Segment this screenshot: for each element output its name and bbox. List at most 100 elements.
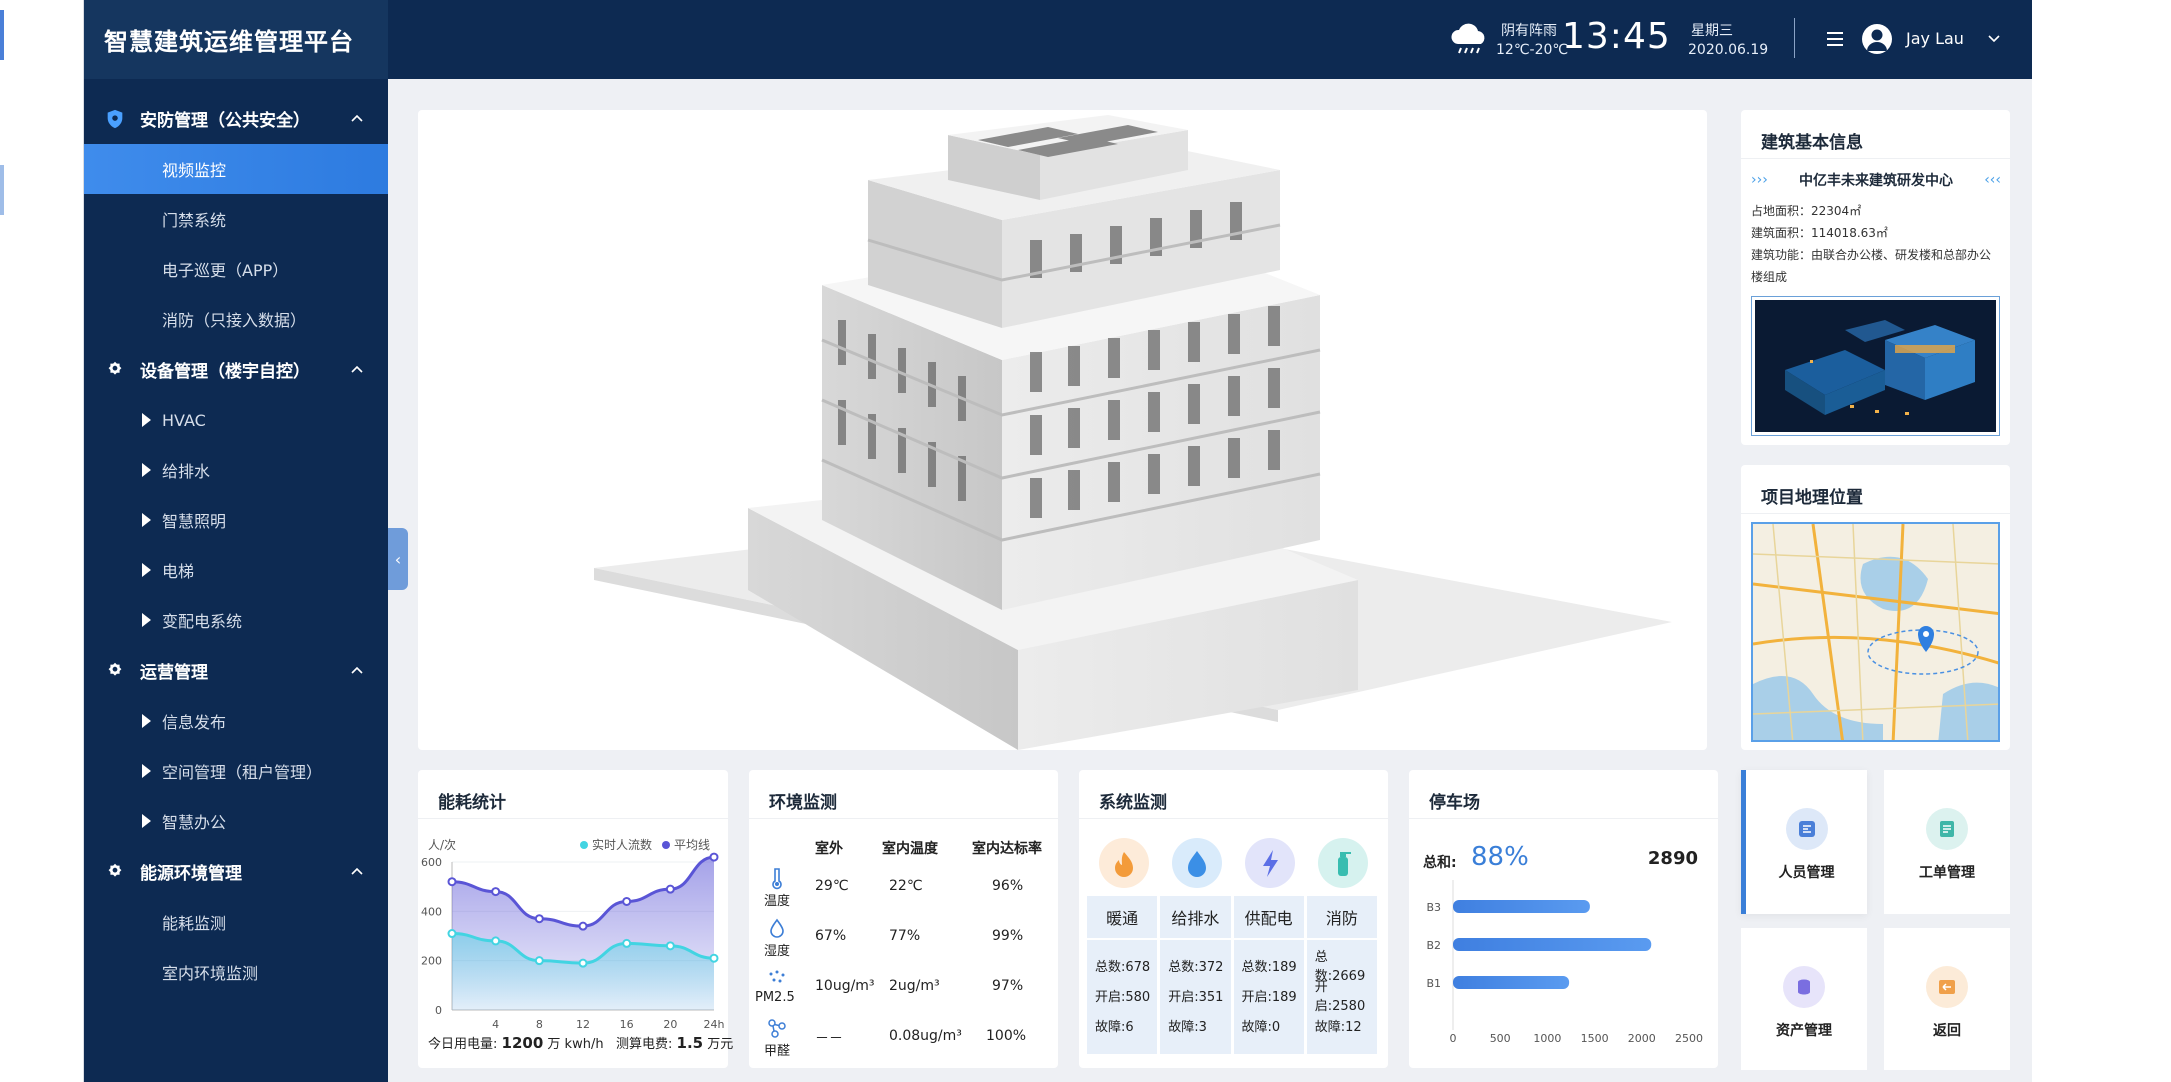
building-name: 中亿丰未来建筑研发中心 (1799, 173, 1953, 189)
building-3d-view[interactable] (418, 110, 1707, 750)
function-row-cont: 楼组成 (1751, 270, 1788, 284)
sidebar-item-water[interactable]: 给排水 (84, 445, 388, 495)
today-unit: 万 kwh/h (547, 1037, 604, 1052)
system-panel: 系统监测 暖通 总数:678 开启:580 故障:6 给排水 总数:372 开启… (1079, 770, 1388, 1068)
expand-triangle-icon (142, 814, 151, 828)
top-bar: 阴有阵雨 12℃-20℃ 13:45 星期三 2020.06.19 Jay La… (388, 0, 2032, 79)
system-column-power: 供配电 总数:189 开启:189 故障:0 (1233, 896, 1304, 1054)
quick-label: 人员管理 (1778, 865, 1835, 881)
function-row: 建筑功能：由联合办公楼、研发楼和总部办公 (1751, 244, 2003, 266)
nav-group-ops[interactable]: 运营管理 (84, 645, 388, 696)
water-drop-icon (1172, 838, 1222, 888)
sidebar-item-power[interactable]: 变配电系统 (84, 595, 388, 645)
floor-area-row: 建筑面积：114018.63㎡ (1751, 222, 2003, 244)
chevron-up-icon[interactable] (348, 863, 366, 881)
energy-footer: 今日用电量: 1200 万 kwh/h 测算电费: 1.5 万元 (428, 1033, 733, 1052)
env-indoor-value: 22℃ (889, 878, 923, 894)
nav-group-label: 安防管理（公共安全） (140, 111, 310, 131)
nav-group-energy[interactable]: 能源环境管理 (84, 846, 388, 897)
menu-icon[interactable] (1824, 28, 1846, 50)
bar-label: B1 (1426, 977, 1441, 990)
user-name[interactable]: Jay Lau (1906, 29, 1964, 48)
location-panel: 项目地理位置 (1741, 465, 2010, 750)
system-total: 总数:372 (1168, 959, 1224, 975)
asset-icon (1783, 966, 1825, 1008)
env-outdoor-value: 29℃ (815, 878, 849, 894)
system-column-name: 供配电 (1233, 896, 1304, 940)
expand-triangle-icon (142, 714, 151, 728)
y-tick-label: 400 (421, 905, 442, 918)
env-rate-value: 96% (992, 878, 1024, 894)
system-column-name: 暖通 (1087, 896, 1158, 940)
building-thumbnail[interactable] (1751, 296, 2000, 436)
nav-group-security[interactable]: 安防管理（公共安全） (84, 93, 388, 144)
sidebar-item-hvac[interactable]: HVAC (84, 395, 388, 445)
workorder-button[interactable]: 工单管理 (1884, 770, 2010, 914)
sidebar-item-fire[interactable]: 消防（只接入数据） (84, 294, 388, 344)
chevron-down-icon[interactable] (1986, 31, 2002, 47)
sidebar-item-access[interactable]: 门禁系统 (84, 194, 388, 244)
sidebar-collapse-button[interactable]: ‹ (388, 528, 408, 590)
function-value: 由联合办公楼、研发楼和总部办公 (1811, 248, 1992, 262)
chevron-up-icon[interactable] (348, 662, 366, 680)
nav-group-label: 设备管理（楼宇自控） (140, 362, 310, 382)
molecule-icon (768, 1019, 786, 1038)
panel-title: 停车场 (1429, 793, 1480, 813)
system-on: 开启:580 (1095, 989, 1151, 1005)
map-image (1753, 524, 1998, 740)
env-rate-value: 99% (992, 928, 1024, 944)
app-window: 智慧建筑运维管理平台 安防管理（公共安全） 视频监控 门禁系统 电子巡更（APP… (84, 0, 2032, 1082)
bar-label: B3 (1426, 901, 1441, 914)
env-header-rate: 室内达标率 (972, 841, 1042, 857)
env-outdoor-value: 67% (815, 928, 847, 944)
sidebar-item-elevator[interactable]: 电梯 (84, 545, 388, 595)
weekday: 星期三 (1691, 23, 1733, 39)
personnel-button[interactable]: 人员管理 (1741, 770, 1867, 914)
env-outdoor-value: 10ug/m³ (815, 978, 875, 994)
data-point (491, 936, 501, 946)
sidebar-item-space[interactable]: 空间管理（租户管理） (84, 746, 388, 796)
parking-total-label: 总和: (1423, 855, 1457, 871)
sidebar-item-info-publish[interactable]: 信息发布 (84, 696, 388, 746)
bar-label: B2 (1426, 939, 1441, 952)
return-button[interactable]: 返回 (1884, 928, 2010, 1070)
x-tick-label: 0 (1450, 1032, 1457, 1045)
sidebar-item-label: 智慧办公 (162, 813, 227, 832)
location-map[interactable] (1751, 522, 2000, 742)
expand-triangle-icon (142, 613, 151, 627)
parking-panel: 停车场 总和: 88% 2890 B3 B2 B1 0 500 1000 1500 2000 2… (1409, 770, 1718, 1068)
sidebar-item-label: 变配电系统 (162, 612, 243, 631)
x-tick-label: 8 (536, 1018, 543, 1031)
sidebar-item-energy-monitor[interactable]: 能耗监测 (84, 897, 388, 947)
sidebar-item-label: 电梯 (162, 562, 195, 581)
asset-button[interactable]: 资产管理 (1741, 928, 1867, 1070)
env-header-outdoor: 室外 (815, 841, 843, 857)
nav-group-label: 运营管理 (140, 663, 208, 683)
parking-chart: B3 B2 B1 0 500 1000 1500 2000 2500 (1426, 880, 1703, 1045)
system-total: 总数:189 (1241, 959, 1297, 975)
system-total: 总数:678 (1095, 959, 1151, 975)
chevron-up-icon[interactable] (348, 110, 366, 128)
cost-value: 1.5 (676, 1034, 704, 1052)
arrows-right-icon: ››› (1751, 172, 1768, 188)
sidebar-item-indoor-env[interactable]: 室内环境监测 (84, 947, 388, 997)
env-header-indoor: 室内温度 (882, 841, 938, 857)
sidebar-item-patrol[interactable]: 电子巡更（APP） (84, 244, 388, 294)
divider (749, 818, 1058, 819)
expand-triangle-icon (142, 764, 151, 778)
edge-tick (0, 10, 4, 60)
left-edge-panel (0, 0, 84, 1082)
panel-title: 系统监测 (1099, 793, 1167, 813)
sidebar-item-office[interactable]: 智慧办公 (84, 796, 388, 846)
data-point (709, 953, 719, 963)
parking-bar (1453, 900, 1590, 913)
chevron-up-icon[interactable] (348, 361, 366, 379)
nav-group-device[interactable]: 设备管理（楼宇自控） (84, 344, 388, 395)
floor-area-label: 建筑面积： (1751, 226, 1812, 240)
sidebar-item-lighting[interactable]: 智慧照明 (84, 495, 388, 545)
panel-title: 环境监测 (769, 793, 837, 813)
data-point (578, 958, 588, 968)
avatar[interactable] (1862, 24, 1892, 54)
sidebar-item-video[interactable]: 视频监控 (84, 144, 388, 194)
sidebar-nav: 安防管理（公共安全） 视频监控 门禁系统 电子巡更（APP） 消防（只接入数据）… (84, 79, 388, 997)
